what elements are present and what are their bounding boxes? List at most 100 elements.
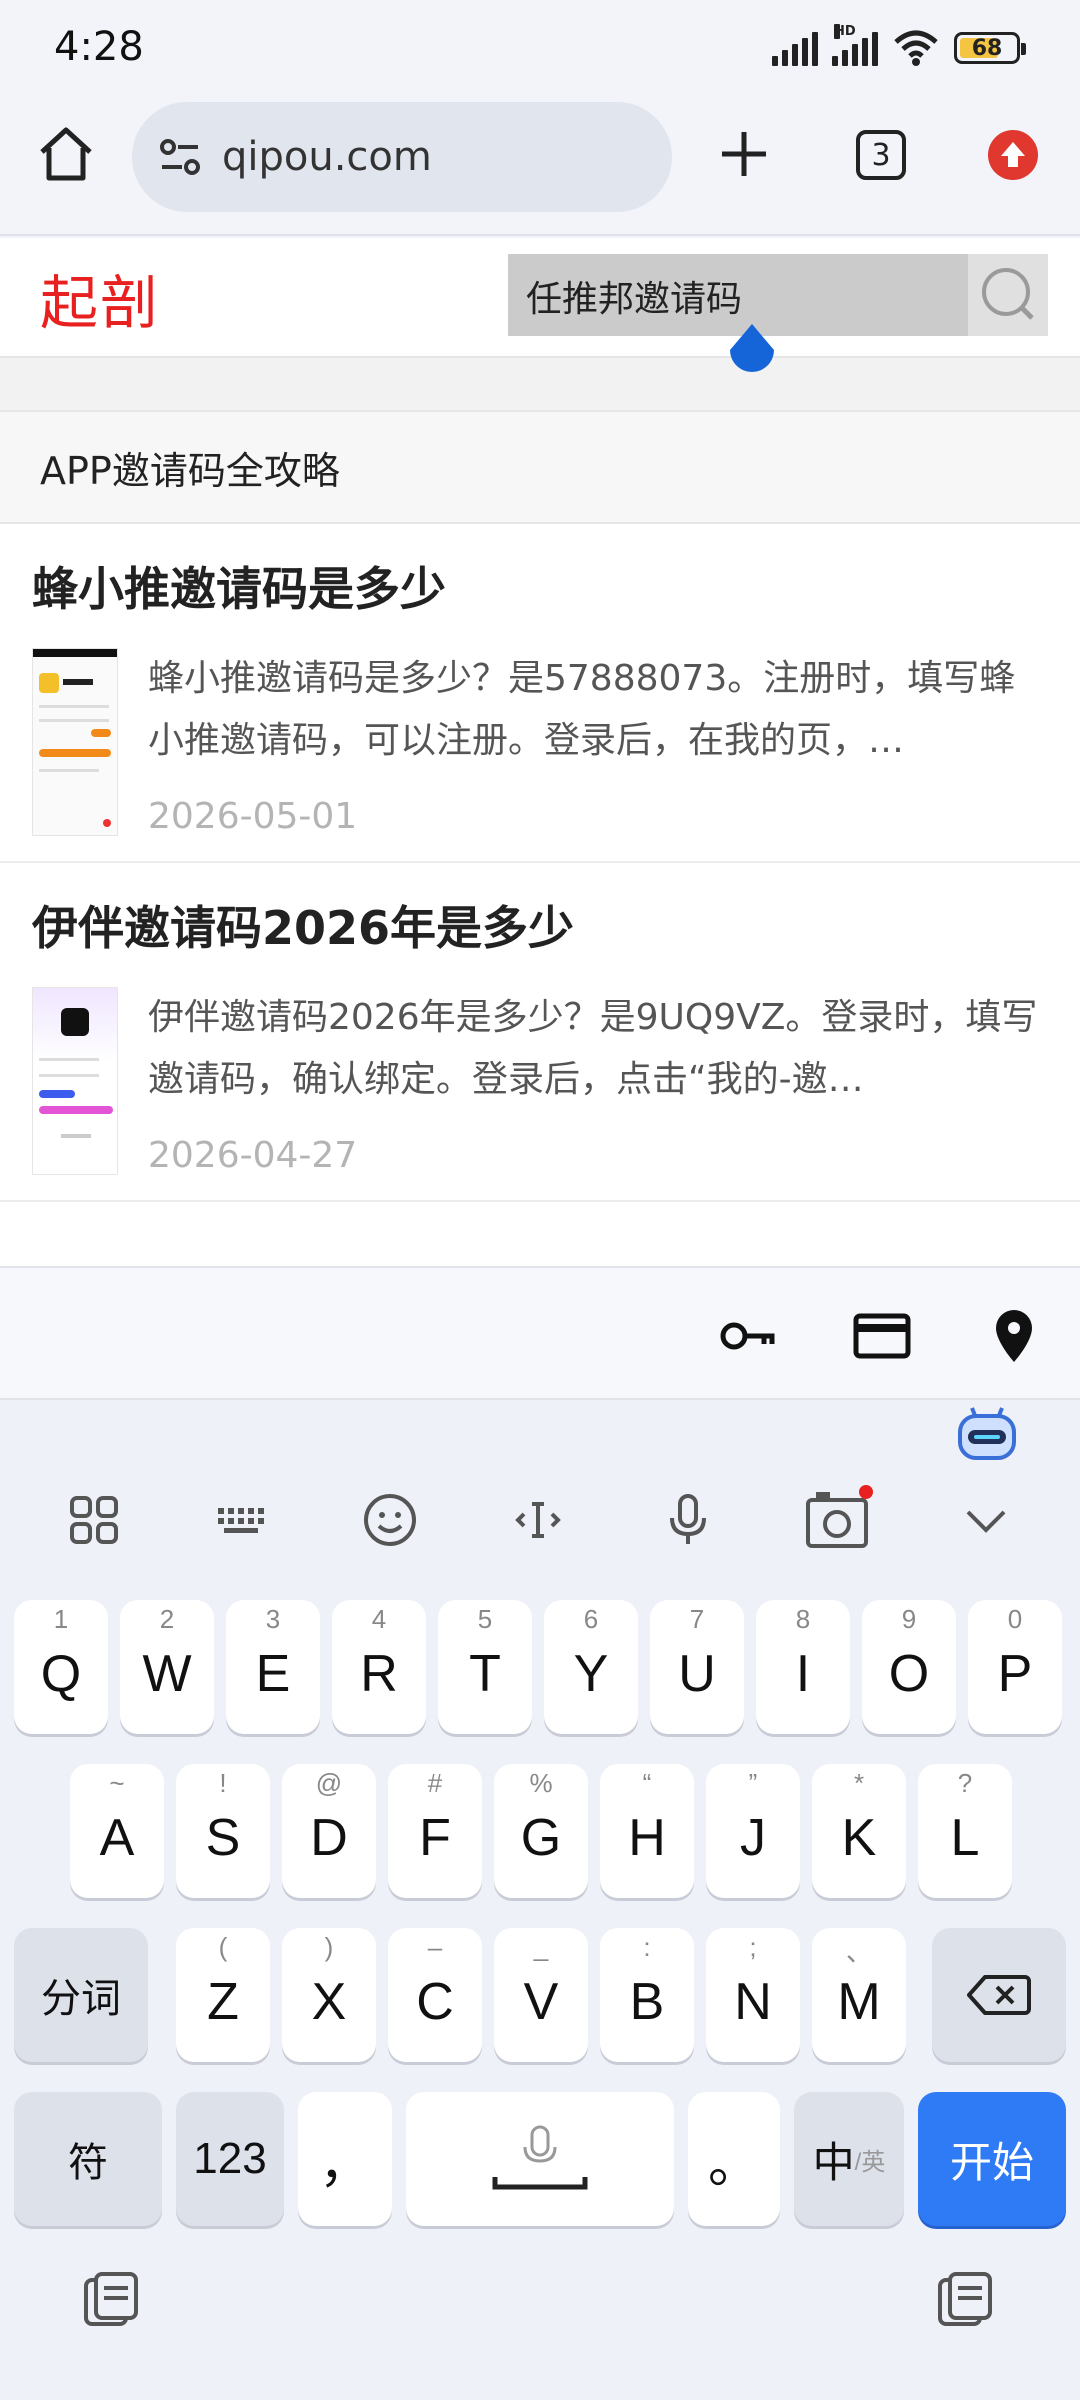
key-n[interactable]: ; N (706, 1928, 800, 2062)
key-label: M (837, 1973, 881, 2031)
site-logo[interactable]: 起剖 (40, 256, 160, 340)
apps-grid-icon[interactable] (64, 1490, 124, 1550)
key-hint: 2 (159, 1604, 175, 1634)
key-icon[interactable] (718, 1306, 778, 1366)
key-hint: 4 (371, 1604, 387, 1634)
key-label: G (520, 1809, 562, 1867)
new-tab-icon[interactable] (712, 122, 776, 186)
key-m[interactable]: 、 M (812, 1928, 906, 2062)
key-z[interactable]: (Z (176, 1928, 270, 2062)
category-heading[interactable]: APP邀请码全攻略 (0, 412, 1080, 524)
home-icon[interactable] (34, 122, 98, 186)
article-title[interactable]: 蜂小推邀请码是多少 (32, 554, 1048, 624)
search-icon (982, 268, 1034, 320)
numbers-key[interactable]: 123 (176, 2092, 284, 2226)
key-hint: @ (315, 1768, 343, 1798)
key-label: X (311, 1973, 347, 2031)
site-settings-icon[interactable] (156, 133, 204, 181)
key-y[interactable]: 6Y (544, 1600, 638, 1734)
key-label: D (310, 1809, 348, 1867)
soft-keyboard: 1Q2W3E4R5T6Y7U8I9O0P ~ A! S @ D # F% G “H” J * K? L … (0, 1400, 1080, 2400)
key-c[interactable]: – C (388, 1928, 482, 2062)
key-label: I (795, 1645, 811, 1703)
key-l[interactable]: ? L (918, 1764, 1012, 1898)
key-x[interactable]: ) X (282, 1928, 376, 2062)
key-hint: # (427, 1768, 443, 1798)
key-label: Z (207, 1973, 239, 2031)
tab-switcher-button[interactable]: 3 (856, 130, 906, 180)
key-hint: 5 (477, 1604, 493, 1634)
text-cursor-icon[interactable] (508, 1490, 568, 1550)
assistant-bot-icon[interactable] (956, 1406, 1018, 1462)
key-w[interactable]: 2W (120, 1600, 214, 1734)
article-item[interactable]: 蜂小推邀请码是多少 蜂小推邀请码是多少？是57888073。注册时，填写蜂小推邀… (0, 524, 1080, 863)
language-switch-key[interactable]: 中/英 (794, 2092, 904, 2226)
update-button[interactable] (988, 130, 1038, 180)
keyboard-layout-icon[interactable] (212, 1490, 272, 1550)
camera-ai-icon[interactable] (804, 1484, 874, 1554)
article-thumbnail[interactable] (32, 648, 118, 836)
key-hint: * (853, 1768, 865, 1798)
key-label: W (142, 1645, 192, 1703)
key-hint: : (643, 1932, 651, 1962)
key-hint: ~ (109, 1768, 125, 1798)
segment-key[interactable]: 分词 (14, 1928, 148, 2062)
url-bar[interactable]: qipou.com (132, 102, 672, 212)
key-hint: ) (324, 1932, 334, 1962)
space-key[interactable] (406, 2092, 674, 2226)
key-hint: 6 (583, 1604, 599, 1634)
key-g[interactable]: % G (494, 1764, 588, 1898)
key-hint: ! (219, 1768, 227, 1798)
key-p[interactable]: 0P (968, 1600, 1062, 1734)
key-r[interactable]: 4R (332, 1600, 426, 1734)
article-title[interactable]: 伊伴邀请码2026年是多少 (32, 893, 1048, 963)
key-hint: ” (748, 1768, 758, 1798)
status-bar: 4:28 HD 68 (0, 0, 1080, 96)
key-a[interactable]: ~ A (70, 1764, 164, 1898)
key-hint: 9 (901, 1604, 917, 1634)
article-item[interactable]: 伊伴邀请码2026年是多少 伊伴邀请码2026年是多少？是9UQ9VZ。登录时，… (0, 863, 1080, 1202)
clipboard-icon[interactable] (934, 2270, 996, 2332)
backspace-key[interactable] (932, 1928, 1066, 2062)
key-v[interactable]: _ V (494, 1928, 588, 2062)
key-label: K (841, 1809, 877, 1867)
key-j[interactable]: ” J (706, 1764, 800, 1898)
key-e[interactable]: 3E (226, 1600, 320, 1734)
emoji-icon[interactable] (360, 1490, 420, 1550)
key-i[interactable]: 8I (756, 1600, 850, 1734)
key-h[interactable]: “H (600, 1764, 694, 1898)
web-page: 起剖 任推邦邀请码 APP邀请码全攻略 蜂小推邀请码是多少 蜂小推邀请码是多少？… (0, 238, 1080, 1266)
key-d[interactable]: @ D (282, 1764, 376, 1898)
key-f[interactable]: # F (388, 1764, 482, 1898)
key-label: R (360, 1645, 398, 1703)
microphone-icon[interactable] (658, 1490, 718, 1550)
credit-card-icon[interactable] (852, 1306, 912, 1366)
key-t[interactable]: 5T (438, 1600, 532, 1734)
go-key[interactable]: 开始 (918, 2092, 1066, 2226)
key-k[interactable]: * K (812, 1764, 906, 1898)
key-hint: ( (218, 1932, 228, 1962)
key-label: J (740, 1809, 766, 1867)
key-q[interactable]: 1Q (14, 1600, 108, 1734)
key-hint: 1 (53, 1604, 69, 1634)
key-label: A (99, 1809, 135, 1867)
key-label: H (628, 1809, 666, 1867)
autofill-bar (0, 1266, 1080, 1400)
comma-key[interactable]: ， (298, 2092, 392, 2226)
key-hint: % (529, 1768, 553, 1798)
location-pin-icon[interactable] (984, 1306, 1044, 1366)
article-thumbnail[interactable] (32, 987, 118, 1175)
article-date: 2026-05-01 (148, 796, 358, 837)
period-key[interactable]: 。 (688, 2092, 780, 2226)
chevron-down-icon[interactable] (956, 1490, 1016, 1550)
symbols-key[interactable]: 符 (14, 2092, 162, 2226)
key-b[interactable]: :B (600, 1928, 694, 2062)
key-label: L (950, 1809, 980, 1867)
key-u[interactable]: 7U (650, 1600, 744, 1734)
key-s[interactable]: ! S (176, 1764, 270, 1898)
search-button[interactable] (968, 254, 1048, 336)
key-hint: 7 (689, 1604, 705, 1634)
clipboard-icon[interactable] (80, 2270, 142, 2332)
text-cursor-handle[interactable] (724, 322, 780, 378)
key-o[interactable]: 9O (862, 1600, 956, 1734)
